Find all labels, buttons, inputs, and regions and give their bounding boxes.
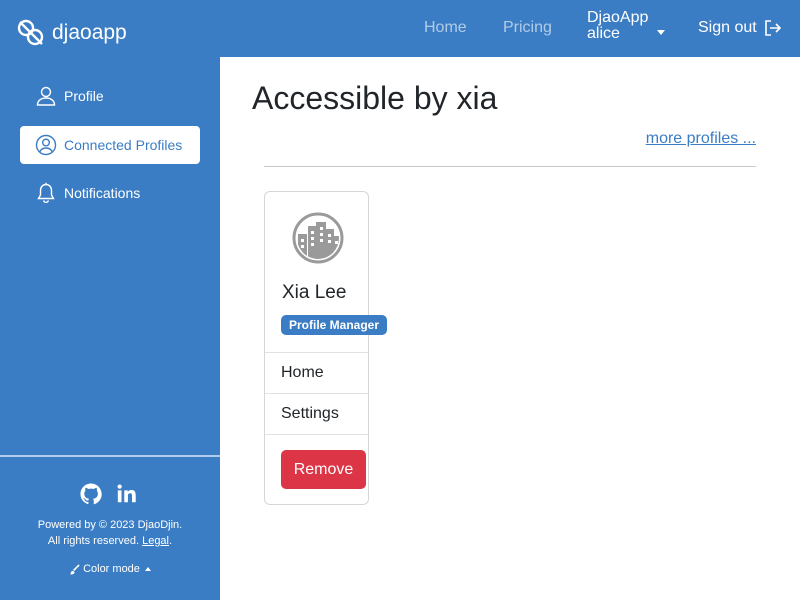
sidebar-item-notifications[interactable]: Notifications <box>20 174 200 212</box>
caret-down-icon <box>657 30 665 35</box>
sidebar-item-profile[interactable]: Profile <box>20 77 200 115</box>
rights-line: All rights reserved. Legal. <box>0 533 220 549</box>
role-badge: Profile Manager <box>281 315 388 335</box>
account-dropdown[interactable]: DjaoApp alice <box>587 9 665 42</box>
brush-icon <box>69 563 80 574</box>
card-footer-divider <box>265 434 368 435</box>
brand-logo-link[interactable]: djaoapp <box>16 18 127 48</box>
github-icon[interactable] <box>80 483 102 505</box>
caret-up-icon <box>144 567 151 571</box>
profile-name: Xia Lee <box>282 282 347 303</box>
brand-name: djaoapp <box>52 21 127 44</box>
sidebar-item-connected-profiles[interactable]: Connected Profiles <box>20 126 200 164</box>
nav-home-link[interactable]: Home <box>424 19 467 37</box>
account-user: alice <box>587 25 620 42</box>
legal-link[interactable]: Legal <box>142 535 169 547</box>
sign-out-link[interactable]: Sign out <box>698 19 782 37</box>
more-profiles-link[interactable]: more profiles ... <box>646 130 756 148</box>
color-mode-toggle[interactable]: Color mode <box>0 563 220 575</box>
sidebar-item-label: Connected Profiles <box>64 137 183 153</box>
powered-by-text: Powered by © 2023 DjaoDjin. <box>37 519 183 531</box>
nav-pricing-link[interactable]: Pricing <box>503 19 552 37</box>
profile-settings-link[interactable]: Settings <box>265 393 368 434</box>
sign-out-label: Sign out <box>698 19 757 36</box>
sidebar-divider <box>0 455 220 457</box>
sidebar-item-label: Notifications <box>64 185 141 201</box>
legal-suffix: . <box>169 535 173 547</box>
sidebar-item-label: Profile <box>64 88 104 104</box>
bell-icon <box>37 182 55 204</box>
top-navbar: djaoapp Home Pricing DjaoApp alice Sign … <box>0 0 800 57</box>
djaoapp-logo-icon <box>17 19 44 46</box>
sidebar-footer: Powered by © 2023 DjaoDjin. All rights r… <box>0 517 220 549</box>
account-org: DjaoApp <box>587 9 649 26</box>
profile-home-link[interactable]: Home <box>265 352 368 393</box>
color-mode-label: Color mode <box>83 563 140 575</box>
rights-text: All rights reserved. <box>47 535 140 547</box>
organization-avatar-icon <box>292 212 344 264</box>
remove-button[interactable]: Remove <box>281 450 366 489</box>
sign-out-icon <box>764 20 781 36</box>
social-links <box>80 483 138 505</box>
person-circle-icon <box>35 134 57 156</box>
linkedin-icon[interactable] <box>116 483 138 505</box>
content-divider <box>264 166 756 167</box>
sidebar: Profile Connected Profiles Notifications… <box>0 57 220 600</box>
person-icon <box>36 86 56 106</box>
profile-card: Xia Lee Profile Manager Home Settings Re… <box>264 191 388 505</box>
page-title: Accessible by xia <box>252 80 498 116</box>
